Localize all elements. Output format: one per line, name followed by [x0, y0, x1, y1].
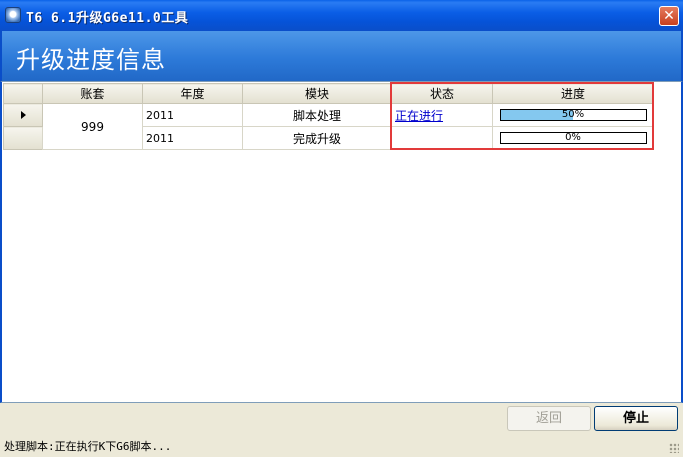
cell-module[interactable]: 脚本处理: [242, 103, 392, 127]
column-header-status[interactable]: 状态: [391, 83, 493, 104]
column-header-year[interactable]: 年度: [142, 83, 243, 104]
cell-module[interactable]: 完成升级: [242, 126, 392, 150]
column-header-progress[interactable]: 进度: [492, 83, 654, 104]
progress-bar: 0%: [499, 132, 647, 144]
cell-progress: 50%: [492, 103, 654, 127]
title-bar[interactable]: T6 6.1升级G6e11.0工具 ✕: [0, 0, 683, 31]
cell-status[interactable]: [391, 126, 493, 150]
back-button[interactable]: 返回: [507, 406, 591, 431]
header-banner: 升级进度信息: [0, 31, 683, 81]
row-selector[interactable]: [3, 126, 43, 150]
row-selector[interactable]: [3, 103, 43, 127]
column-header-account[interactable]: 账套: [42, 83, 143, 104]
resize-grip-icon[interactable]: [669, 443, 679, 453]
grid-header-row: 账套 年度 模块 状态 进度: [3, 83, 654, 104]
progress-grid-panel: 账套 年度 模块 状态 进度 999 2011 脚本处理 正在进行 50% 20…: [0, 81, 683, 403]
progress-grid: 账套 年度 模块 状态 进度 999 2011 脚本处理 正在进行 50% 20…: [3, 83, 654, 150]
cell-status[interactable]: 正在进行: [391, 103, 493, 127]
progress-bar: 50%: [499, 109, 647, 121]
column-header-module[interactable]: 模块: [242, 83, 392, 104]
cell-year[interactable]: 2011: [142, 126, 243, 150]
status-link[interactable]: 正在进行: [395, 109, 443, 123]
cell-account[interactable]: 999: [42, 103, 143, 150]
page-title: 升级进度信息: [16, 46, 166, 74]
progress-label: 0%: [565, 132, 581, 143]
table-row[interactable]: 999 2011 脚本处理 正在进行 50%: [3, 103, 654, 150]
progress-label: 50%: [561, 109, 585, 120]
app-icon: [5, 7, 21, 23]
cell-progress: 0%: [492, 126, 654, 150]
bottom-bar: 返回 停止 处理脚本:正在执行K下G6脚本...: [0, 403, 683, 457]
upgrade-tool-window: T6 6.1升级G6e11.0工具 ✕ 升级进度信息 账套 年度 模块 状态 进…: [0, 0, 683, 457]
stop-button[interactable]: 停止: [594, 406, 678, 431]
close-button[interactable]: ✕: [659, 6, 679, 26]
window-title: T6 6.1升级G6e11.0工具: [26, 11, 189, 26]
status-message: 处理脚本:正在执行K下G6脚本...: [4, 440, 172, 453]
current-row-arrow-icon: [20, 110, 26, 119]
row-header-corner: [3, 83, 43, 104]
cell-year[interactable]: 2011: [142, 103, 243, 127]
